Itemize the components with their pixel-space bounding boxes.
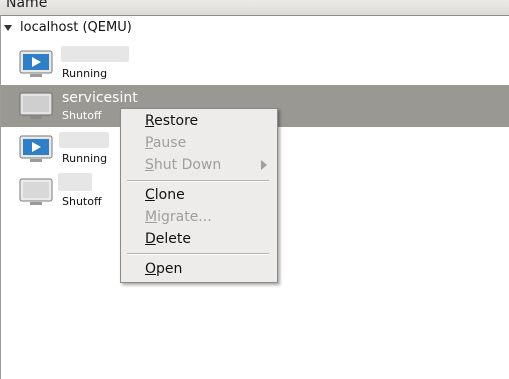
vm-row[interactable]: Running (1, 43, 509, 85)
vm-running-icon (19, 135, 53, 162)
vm-status: Shutoff (62, 109, 102, 122)
vm-running-icon (19, 50, 53, 77)
expander-triangle-icon[interactable] (4, 25, 12, 31)
vm-status: Shutoff (62, 195, 102, 208)
name-column-label: Name (6, 0, 48, 11)
menu-item-migrate[interactable]: Migrate... (145, 209, 212, 225)
vm-status: Running (62, 152, 108, 165)
menu-separator (127, 253, 269, 255)
vm-shutoff-icon (19, 92, 53, 119)
host-label: localhost (QEMU) (20, 20, 132, 35)
vm-shutoff-icon (19, 178, 53, 205)
vm-context-menu: Restore Pause Shut Down Clone Migrate...… (120, 108, 278, 283)
submenu-arrow-icon (261, 160, 267, 170)
vm-name: servicesint (62, 90, 138, 106)
redacted-name (61, 46, 129, 62)
redacted-name (58, 173, 92, 191)
menu-item-open[interactable]: Open (145, 261, 182, 277)
menu-item-pause[interactable]: Pause (145, 135, 186, 151)
menu-item-shut-down[interactable]: Shut Down (145, 157, 221, 173)
menu-item-clone[interactable]: Clone (145, 187, 185, 203)
menu-separator (127, 180, 269, 182)
menu-item-delete[interactable]: Delete (145, 231, 191, 247)
name-column-header[interactable]: Name (0, 0, 509, 16)
menu-item-restore[interactable]: Restore (145, 113, 198, 129)
redacted-name (59, 132, 109, 148)
vm-status: Running (62, 67, 108, 80)
